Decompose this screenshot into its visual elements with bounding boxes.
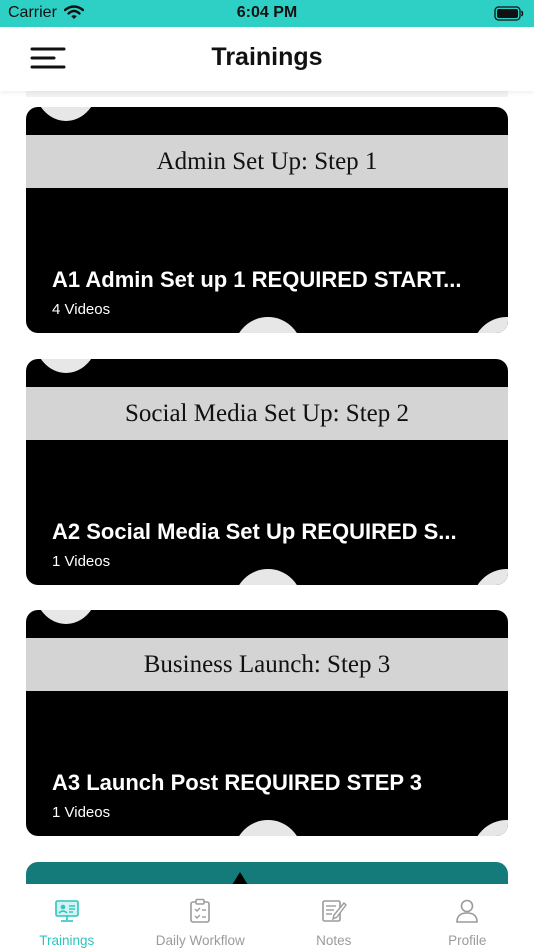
decorative-circle xyxy=(472,569,508,585)
decorative-circle xyxy=(234,820,302,836)
status-time: 6:04 PM xyxy=(236,4,298,21)
tab-label: Trainings xyxy=(39,933,95,948)
page-title: Trainings xyxy=(211,43,323,71)
decorative-circle xyxy=(34,359,98,373)
tab-label: Profile xyxy=(448,933,487,948)
tab-label: Daily Workflow xyxy=(155,933,245,948)
trainings-list[interactable]: Admin Set Up: Step 1 A1 Admin Set up 1 R… xyxy=(0,91,534,884)
tab-notes[interactable]: Notes xyxy=(267,884,401,950)
video-count: 1 Videos xyxy=(52,804,111,821)
clipboard-icon xyxy=(188,897,212,925)
card-banner: Social Media Set Up: Step 2 xyxy=(26,387,508,440)
tab-profile[interactable]: Profile xyxy=(401,884,534,950)
notes-icon xyxy=(320,897,348,925)
decorative-circle xyxy=(234,317,302,333)
decorative-circle xyxy=(34,610,98,624)
card-banner-text: Social Media Set Up: Step 2 xyxy=(125,399,409,427)
battery-icon xyxy=(494,6,524,26)
decorative-circle xyxy=(234,569,302,585)
previous-card-edge xyxy=(26,91,508,97)
training-title: A2 Social Media Set Up REQUIRED S... xyxy=(52,519,457,544)
tab-label: Notes xyxy=(316,933,352,948)
training-title: A3 Launch Post REQUIRED STEP 3 xyxy=(52,770,423,795)
training-card-admin-setup[interactable]: Admin Set Up: Step 1 A1 Admin Set up 1 R… xyxy=(26,107,508,333)
video-count: 1 Videos xyxy=(52,553,111,570)
training-card-partial[interactable] xyxy=(26,862,508,884)
profile-icon xyxy=(454,897,480,925)
video-count: 4 Videos xyxy=(52,301,111,318)
training-card-social-media[interactable]: Social Media Set Up: Step 2 A2 Social Me… xyxy=(26,359,508,585)
status-bar: Carrier 6:04 PM xyxy=(0,0,534,27)
card-banner-text: Business Launch: Step 3 xyxy=(143,650,391,678)
tab-trainings[interactable]: Trainings xyxy=(0,884,134,950)
training-card-business-launch[interactable]: Business Launch: Step 3 A3 Launch Post R… xyxy=(26,610,508,836)
tab-daily-workflow[interactable]: Daily Workflow xyxy=(134,884,268,950)
triangle-icon xyxy=(232,872,248,884)
decorative-circle xyxy=(472,317,508,333)
trainings-icon xyxy=(53,897,81,925)
card-banner: Admin Set Up: Step 1 xyxy=(26,135,508,188)
training-title: A1 Admin Set up 1 REQUIRED START... xyxy=(52,267,462,292)
tab-bar: Trainings Daily Workflow Notes Profile xyxy=(0,884,534,950)
card-banner: Business Launch: Step 3 xyxy=(26,638,508,691)
decorative-circle xyxy=(472,820,508,836)
navigation-bar: Trainings xyxy=(0,27,534,91)
decorative-circle xyxy=(34,107,98,121)
card-banner-text: Admin Set Up: Step 1 xyxy=(156,147,378,175)
